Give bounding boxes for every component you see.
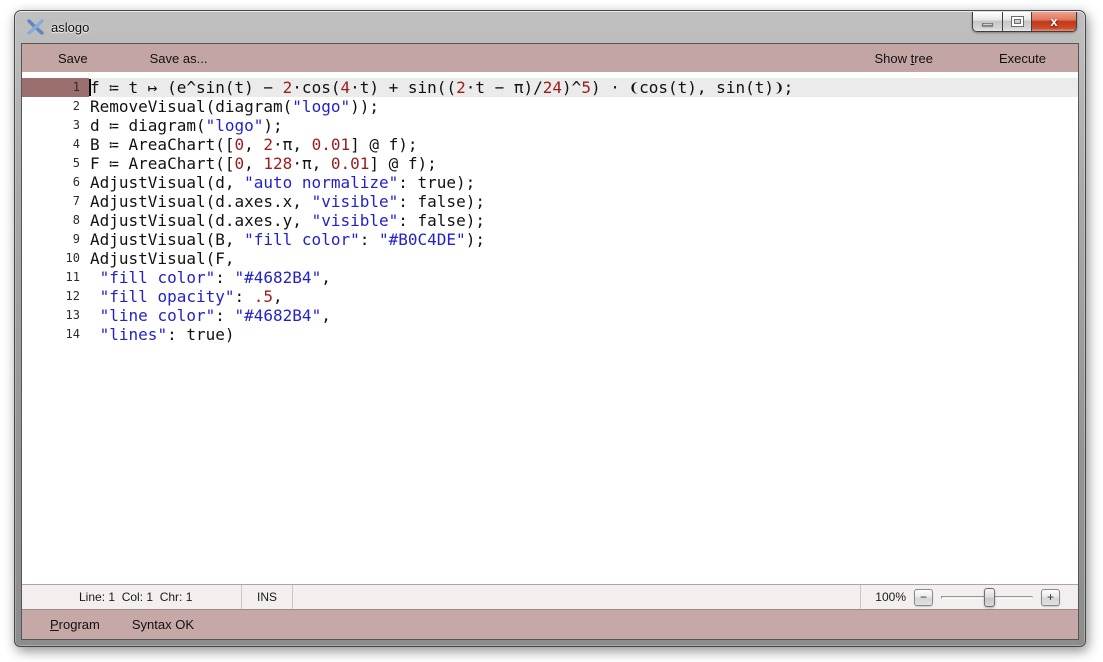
zoom-level-label: 100% [875, 590, 906, 604]
line-number: 4 [22, 135, 89, 154]
line-number: 13 [22, 306, 89, 325]
code-line[interactable]: 14 "lines": true) [22, 325, 1078, 344]
line-number: 11 [22, 268, 89, 287]
code-line[interactable]: 12 "fill opacity": .5, [22, 287, 1078, 306]
client-area: Save Save as... Show tree Execute 1f ≔ t… [21, 43, 1079, 640]
execute-button[interactable]: Execute [981, 44, 1064, 72]
toolbar: Save Save as... Show tree Execute [22, 44, 1078, 72]
code-line[interactable]: 8AdjustVisual(d.axes.y, "visible": false… [22, 211, 1078, 230]
zoom-out-button[interactable]: − [914, 589, 933, 606]
window-controls: x [972, 12, 1077, 32]
line-number: 10 [22, 249, 89, 268]
close-icon: x [1032, 14, 1076, 29]
insert-mode-label: INS [242, 590, 292, 604]
line-number: 8 [22, 211, 89, 230]
line-number: 14 [22, 325, 89, 344]
text-caret [89, 79, 91, 96]
maximize-icon [1012, 17, 1023, 26]
line-number: 6 [22, 173, 89, 192]
line-number: 5 [22, 154, 89, 173]
code-line[interactable]: 2RemoveVisual(diagram("logo")); [22, 97, 1078, 116]
close-button[interactable]: x [1031, 12, 1076, 31]
line-number: 3 [22, 116, 89, 135]
minimize-icon [982, 23, 993, 26]
code-line[interactable]: 4B ≔ AreaChart([0, 2·π, 0.01] @ f); [22, 135, 1078, 154]
zoom-slider[interactable] [941, 588, 1033, 607]
status-bar: Line: 1 Col: 1 Chr: 1 INS 100% − + [22, 584, 1078, 609]
code-lines: 1f ≔ t ↦ (e^sin(t) − 2·cos(4·t) + sin((2… [22, 78, 1078, 344]
save-button[interactable]: Save [40, 44, 106, 72]
statusbar-divider [292, 585, 293, 609]
code-line[interactable]: 9AdjustVisual(B, "fill color": "#B0C4DE"… [22, 230, 1078, 249]
save-as-button[interactable]: Save as... [132, 44, 226, 72]
show-tree-button[interactable]: Show tree [856, 44, 951, 72]
caret-position-label: Line: 1 Col: 1 Chr: 1 [22, 590, 241, 604]
zoom-in-button[interactable]: + [1041, 589, 1060, 606]
line-number: 2 [22, 97, 89, 116]
line-number: 12 [22, 287, 89, 306]
maximize-button[interactable] [1002, 12, 1031, 31]
code-line[interactable]: 3d ≔ diagram("logo"); [22, 116, 1078, 135]
code-line[interactable]: 11 "fill color": "#4682B4", [22, 268, 1078, 287]
code-line[interactable]: 6AdjustVisual(d, "auto normalize": true)… [22, 173, 1078, 192]
minimize-button[interactable] [973, 12, 1002, 31]
titlebar[interactable]: aslogo x [15, 11, 1085, 43]
bottom-bar: Program Syntax OK [22, 609, 1078, 639]
line-number: 7 [22, 192, 89, 211]
line-number: 1 [22, 78, 89, 97]
line-number: 9 [22, 230, 89, 249]
code-line[interactable]: 13 "line color": "#4682B4", [22, 306, 1078, 325]
code-line[interactable]: 1f ≔ t ↦ (e^sin(t) − 2·cos(4·t) + sin((2… [22, 78, 1078, 97]
window-title: aslogo [51, 20, 89, 35]
plus-icon: + [1047, 590, 1054, 604]
tab-program[interactable]: Program [34, 610, 116, 639]
code-line[interactable]: 5F ≔ AreaChart([0, 128·π, 0.01] @ f); [22, 154, 1078, 173]
app-window: aslogo x Save Save as... Show tree Execu… [14, 10, 1086, 647]
algosim-logo-icon[interactable] [27, 19, 44, 35]
code-line[interactable]: 7AdjustVisual(d.axes.x, "visible": false… [22, 192, 1078, 211]
code-line[interactable]: 10AdjustVisual(F, [22, 249, 1078, 268]
syntax-status-label: Syntax OK [116, 610, 210, 639]
zoom-slider-thumb[interactable] [984, 588, 995, 607]
zoom-controls: 100% − + [861, 588, 1078, 607]
code-editor[interactable]: 1f ≔ t ↦ (e^sin(t) − 2·cos(4·t) + sin((2… [22, 72, 1078, 584]
minus-icon: − [920, 590, 927, 604]
